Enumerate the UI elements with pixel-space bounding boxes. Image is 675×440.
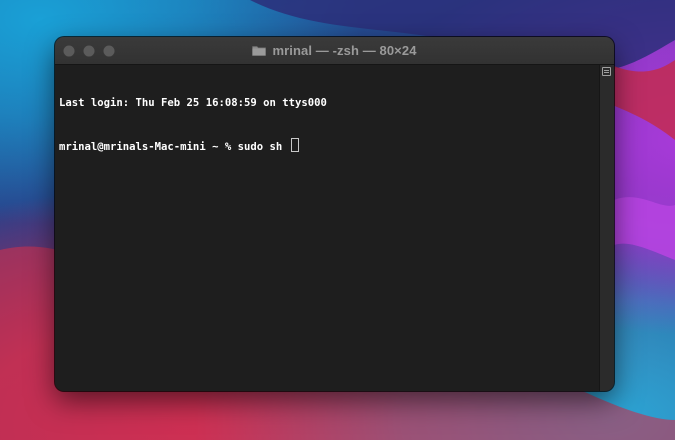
window-title-text: mrinal — -zsh — 80×24 (272, 43, 417, 58)
window-title: mrinal — -zsh — 80×24 (55, 37, 614, 64)
title-bar[interactable]: mrinal — -zsh — 80×24 (55, 37, 614, 65)
terminal-window[interactable]: mrinal — -zsh — 80×24 Last login: Thu Fe… (55, 37, 614, 391)
text-cursor (290, 138, 299, 152)
terminal-line-prompt: mrinal@mrinals-Mac-mini ~ % sudo sh (59, 138, 596, 153)
terminal-output[interactable]: Last login: Thu Feb 25 16:08:59 on ttys0… (55, 65, 600, 391)
folder-icon (252, 46, 267, 56)
split-pane-icon[interactable] (602, 67, 611, 76)
prompt-command: mrinal@mrinals-Mac-mini ~ % sudo sh (59, 141, 283, 153)
vertical-scrollbar[interactable] (599, 65, 614, 391)
terminal-line-login: Last login: Thu Feb 25 16:08:59 on ttys0… (59, 97, 327, 109)
